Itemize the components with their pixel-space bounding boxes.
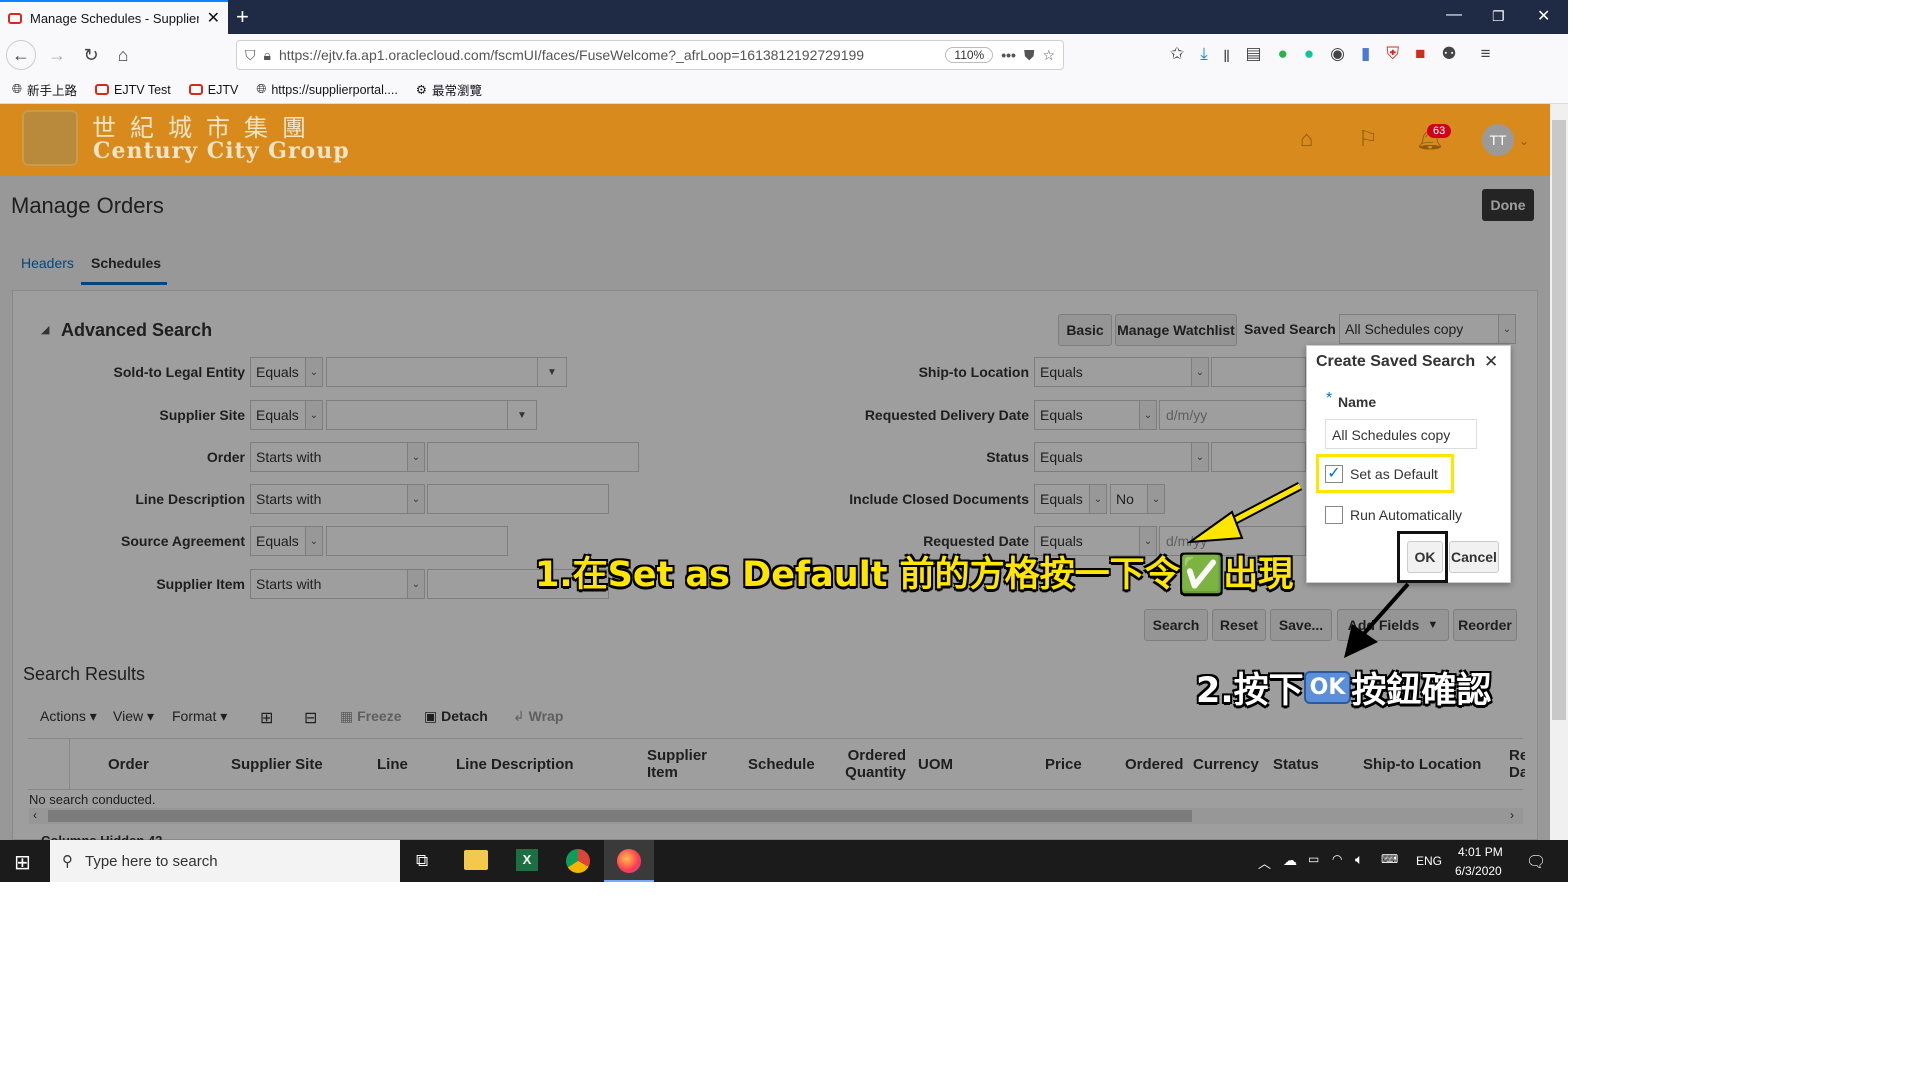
new-tab-icon[interactable]: + xyxy=(236,4,249,30)
run-automatically-checkbox[interactable] xyxy=(1325,506,1343,524)
set-default-label: Set as Default xyxy=(1350,466,1438,482)
library-icon[interactable]: 𝍪 xyxy=(1224,44,1230,73)
home-nav-icon[interactable]: ⌂ xyxy=(1300,126,1313,152)
yellow-arrow-icon xyxy=(1186,482,1303,544)
forward-icon[interactable]: → xyxy=(42,40,72,70)
firefox-icon[interactable] xyxy=(617,849,641,873)
minimize-icon[interactable]: — xyxy=(1446,6,1462,24)
ok-button[interactable]: OK xyxy=(1407,541,1443,573)
url-text[interactable]: https://ejtv.fa.ap1.oraclecloud.com/fscm… xyxy=(279,47,937,63)
pocket-icon[interactable]: ⛊ xyxy=(1024,47,1035,64)
restore-icon[interactable]: ❐ xyxy=(1492,8,1505,25)
security-extension-icon[interactable]: ⛨ xyxy=(1386,44,1399,73)
onedrive-icon[interactable]: ☁ xyxy=(1283,852,1297,869)
black-arrow-icon xyxy=(1344,582,1410,658)
grammarly-icon[interactable]: ● xyxy=(1304,44,1314,73)
logo-english-text: Century City Group xyxy=(93,138,350,164)
step2-annotation: 2.按下 OK 按鈕確認 xyxy=(1196,662,1491,713)
step2-prefix: 2.按下 xyxy=(1196,671,1304,711)
required-asterisk-icon: * xyxy=(1326,390,1333,407)
chevron-up-icon[interactable]: ︿ xyxy=(1258,853,1271,872)
wifi-icon[interactable]: ◠ xyxy=(1332,852,1342,866)
chevron-down-icon[interactable]: ⌄ xyxy=(1519,134,1529,148)
step2-suffix: 按鈕確認 xyxy=(1351,671,1492,711)
bookmark-item[interactable]: EJTV Test xyxy=(95,83,171,97)
user-avatar[interactable]: TT xyxy=(1482,124,1514,156)
menu-icon[interactable]: ≡ xyxy=(1481,44,1491,73)
dialog-title: Create Saved Search xyxy=(1316,353,1476,370)
home-icon[interactable]: ⌂ xyxy=(108,40,138,70)
gear-icon: ⚙ xyxy=(415,83,428,97)
company-logo-icon xyxy=(22,110,78,166)
reload-icon[interactable]: ↻ xyxy=(76,40,106,70)
step1-annotation: 1.在Set as Default 前的方格按一下令✅出現 xyxy=(535,555,1294,595)
taskbar-search[interactable]: ⚲ Type here to search xyxy=(50,840,400,882)
sidebar-icon[interactable]: ▤ xyxy=(1246,44,1262,73)
check-extension-icon[interactable]: ● xyxy=(1278,44,1288,73)
reading-list-icon[interactable]: ✩ xyxy=(1170,44,1184,73)
volume-icon[interactable]: 🔈︎ xyxy=(1355,851,1363,868)
vertical-scrollbar-thumb[interactable] xyxy=(1552,120,1566,720)
oracle-favicon-icon xyxy=(8,12,22,24)
bookmark-item[interactable]: ⚙ 最常瀏覽 xyxy=(416,80,482,99)
bookmark-extension-icon[interactable]: ▮ xyxy=(1361,44,1370,73)
windows-start-icon[interactable]: ⊞ xyxy=(14,850,31,875)
back-icon[interactable]: ← xyxy=(6,40,36,70)
taskbar-search-placeholder: Type here to search xyxy=(85,852,218,870)
language-indicator[interactable]: ENG xyxy=(1416,854,1442,868)
clock-date[interactable]: 6/3/2020 xyxy=(1455,864,1502,878)
name-input[interactable]: All Schedules copy xyxy=(1325,419,1477,449)
clock-time[interactable]: 4:01 PM xyxy=(1458,845,1503,859)
search-icon: ⚲ xyxy=(62,853,73,870)
close-tab-icon[interactable]: ✕ xyxy=(207,8,220,28)
pdf-extension-icon[interactable]: ■ xyxy=(1415,44,1425,73)
bookmark-item[interactable]: 🌐︎ 新手上路 xyxy=(12,80,77,99)
globe-icon: 🌐︎ xyxy=(12,82,23,96)
account-icon[interactable]: ◉ xyxy=(1330,44,1345,73)
url-bar[interactable]: ⛉ 🔒︎ https://ejtv.fa.ap1.oraclecloud.com… xyxy=(236,40,1064,70)
browser-tab[interactable]: Manage Schedules - Supplier P ✕ xyxy=(0,0,228,34)
excel-icon[interactable]: X xyxy=(516,849,538,871)
shield-icon[interactable]: ⛉ xyxy=(245,47,256,64)
oracle-icon xyxy=(188,84,203,95)
globe-icon: 🌐︎ xyxy=(256,82,267,96)
notification-center-icon[interactable]: 🗨︎ xyxy=(1526,852,1546,872)
bookmark-item[interactable]: 🌐︎ https://supplierportal.... xyxy=(256,82,397,97)
chrome-icon[interactable] xyxy=(566,849,590,873)
cancel-button[interactable]: Cancel xyxy=(1449,541,1499,573)
close-icon[interactable]: ✕ xyxy=(1484,352,1498,372)
download-icon[interactable]: ⤓ xyxy=(1200,44,1208,73)
lock-icon[interactable]: 🔒︎ xyxy=(264,47,271,64)
bookmark-star-icon[interactable]: ☆ xyxy=(1042,47,1055,64)
oracle-icon xyxy=(95,84,110,95)
task-view-icon[interactable]: ⧉ xyxy=(416,851,428,871)
bookmark-item[interactable]: EJTV xyxy=(188,83,238,97)
battery-icon[interactable]: ▭ xyxy=(1308,852,1319,866)
zoom-level[interactable]: 110% xyxy=(945,47,994,63)
extension-icon[interactable]: ⚉ xyxy=(1441,44,1456,73)
ok-key-icon: OK xyxy=(1303,671,1352,704)
run-automatically-label: Run Automatically xyxy=(1350,507,1463,523)
keyboard-icon[interactable]: ⌨ xyxy=(1381,852,1398,866)
close-window-icon[interactable]: ✕ xyxy=(1537,6,1550,26)
more-actions-icon[interactable]: ••• xyxy=(1001,47,1016,63)
set-default-checkbox[interactable]: ✓ xyxy=(1325,465,1343,483)
file-explorer-icon[interactable] xyxy=(464,850,488,870)
name-label: Name xyxy=(1338,394,1377,410)
watchlist-flag-icon[interactable]: ⚐ xyxy=(1358,126,1378,152)
tab-title: Manage Schedules - Supplier P xyxy=(30,10,199,26)
notification-badge: 63 xyxy=(1427,124,1452,138)
bookmarks-bar: 🌐︎ 新手上路 EJTV Test EJTV 🌐︎ https://supplier… xyxy=(0,76,1568,104)
